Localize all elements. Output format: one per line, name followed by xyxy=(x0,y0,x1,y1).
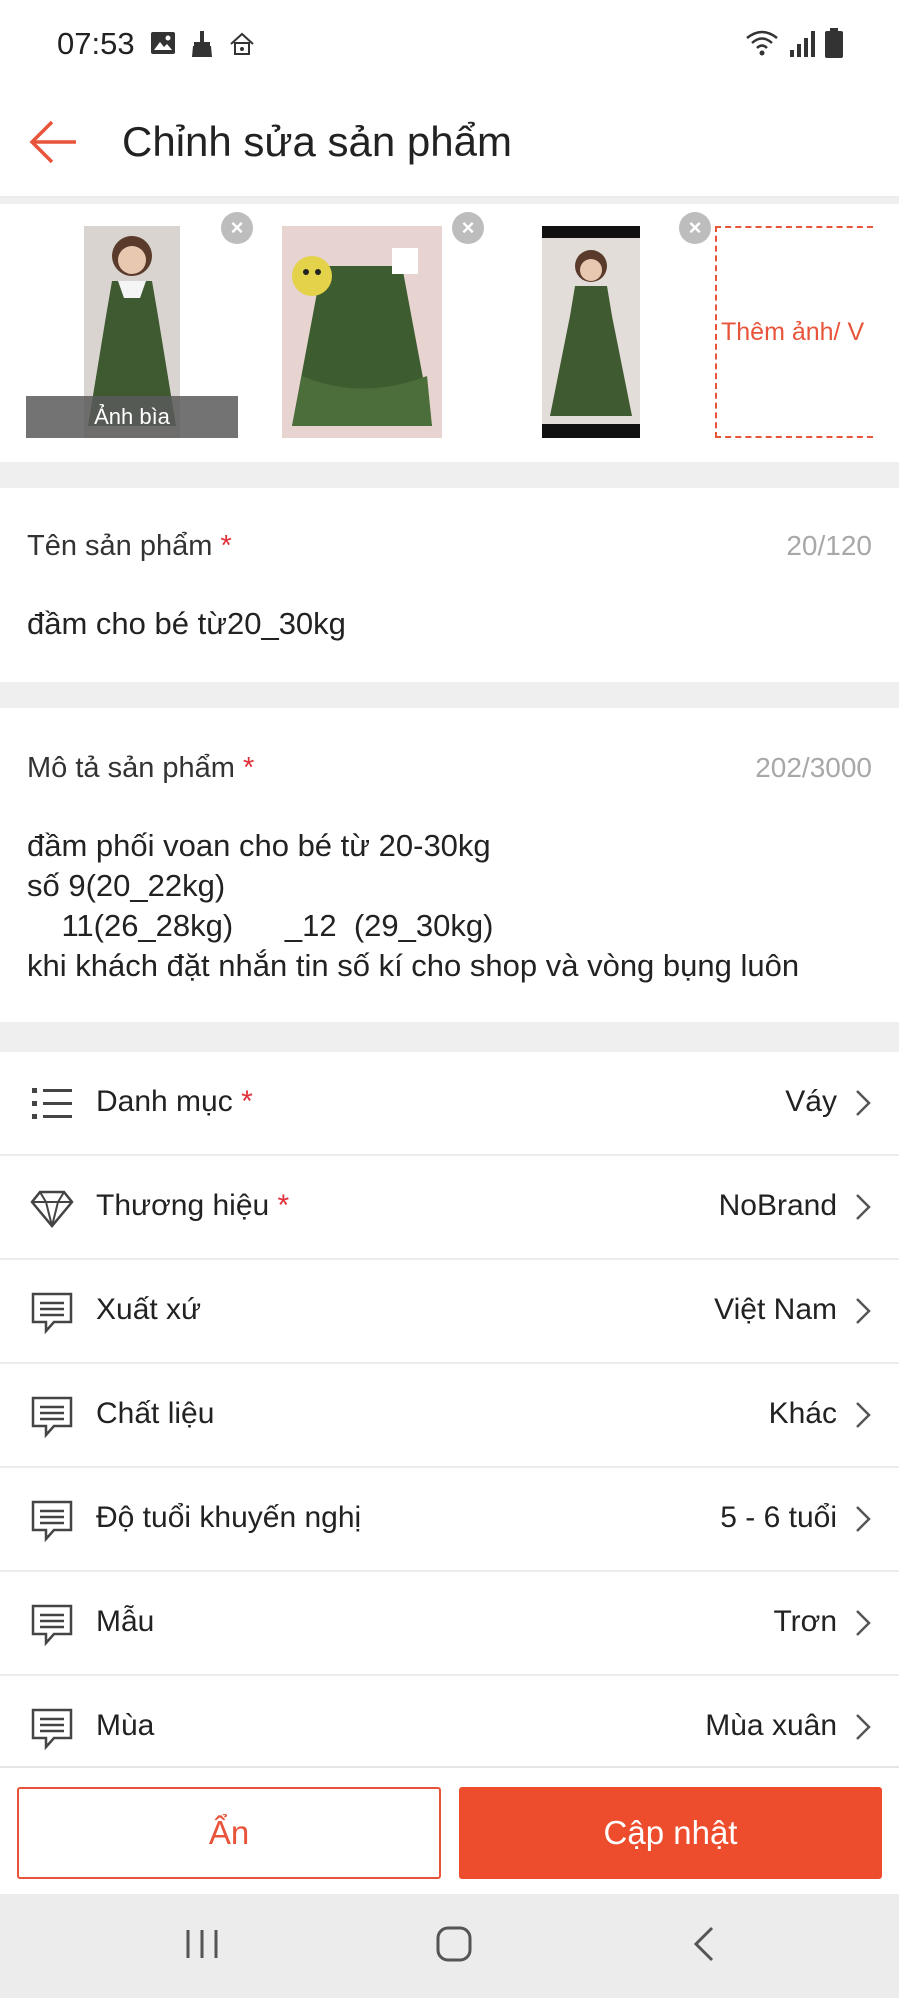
attribute-row-age[interactable]: Độ tuổi khuyến nghị 5 - 6 tuổi xyxy=(0,1468,899,1572)
description-line: khi khách đặt nhắn tin số kí cho shop và… xyxy=(27,948,800,983)
attribute-row-material[interactable]: Chất liệu Khác xyxy=(0,1364,899,1468)
home-button-icon[interactable] xyxy=(434,1924,474,1964)
back-arrow-icon[interactable] xyxy=(26,114,82,170)
attribute-label: Mẫu xyxy=(96,1605,155,1638)
attribute-row-origin[interactable]: Xuất xứ Việt Nam xyxy=(0,1260,899,1364)
bottom-action-bar: Ẩn Cập nhật xyxy=(0,1766,899,1894)
description-counter: 202/3000 xyxy=(755,752,872,783)
battery-icon xyxy=(825,28,843,58)
remove-media-2-button[interactable]: × xyxy=(452,212,484,244)
product-name-counter: 20/120 xyxy=(786,530,872,561)
chevron-right-icon xyxy=(856,1402,871,1428)
status-system-icons xyxy=(745,28,843,58)
attribute-row-category[interactable]: Danh mục * Váy xyxy=(0,1052,899,1156)
product-name-input[interactable]: đầm cho bé từ20_30kg xyxy=(27,606,346,642)
app-bar: Chỉnh sửa sản phẩm xyxy=(0,90,899,198)
attribute-label: Thương hiệu * xyxy=(96,1189,290,1222)
status-bar: 07:53 xyxy=(0,0,899,90)
message-icon xyxy=(31,1708,73,1750)
recent-apps-icon[interactable] xyxy=(184,1924,220,1964)
cover-label: Ảnh bìa xyxy=(26,396,238,438)
status-notification-icons xyxy=(150,30,256,58)
list-icon xyxy=(32,1088,72,1119)
message-icon xyxy=(31,1396,73,1438)
diamond-icon xyxy=(30,1190,74,1228)
system-nav-bar xyxy=(0,1894,899,1998)
back-nav-icon[interactable] xyxy=(690,1924,718,1964)
add-media-button[interactable]: Thêm ảnh/ V xyxy=(715,226,873,438)
status-time: 07:53 xyxy=(57,26,135,61)
description-line: đầm phối voan cho bé từ 20-30kg xyxy=(27,828,491,863)
update-button[interactable]: Cập nhật xyxy=(459,1787,882,1879)
product-name-section: Tên sản phẩm * 20/120 đầm cho bé từ20_30… xyxy=(0,488,899,682)
hide-button[interactable]: Ẩn xyxy=(17,1787,441,1879)
attribute-row-brand[interactable]: Thương hiệu * NoBrand xyxy=(0,1156,899,1260)
attribute-label: Xuất xứ xyxy=(96,1293,202,1326)
attribute-value: NoBrand xyxy=(718,1189,837,1222)
product-video-3 xyxy=(542,226,640,438)
page-title: Chỉnh sửa sản phẩm xyxy=(122,118,512,165)
required-mark: * xyxy=(220,530,232,562)
description-line: 11(26_28kg) _12 (29_30kg) xyxy=(27,908,494,943)
product-photo-2 xyxy=(282,226,442,438)
remove-media-1-button[interactable]: × xyxy=(221,212,253,244)
description-section: Mô tả sản phẩm * 202/3000 đầm phối voan … xyxy=(0,708,899,1022)
attribute-value: 5 - 6 tuổi xyxy=(720,1501,837,1534)
chevron-right-icon xyxy=(856,1194,871,1220)
attribute-label: Mùa xyxy=(96,1709,155,1742)
description-line: số 9(20_22kg) xyxy=(27,868,226,903)
product-name-label: Tên sản phẩm * xyxy=(27,530,232,562)
media-thumb-2[interactable] xyxy=(282,226,442,438)
chevron-right-icon xyxy=(856,1714,871,1740)
message-icon xyxy=(31,1500,73,1542)
message-icon xyxy=(31,1604,73,1646)
media-thumb-1[interactable]: Ảnh bìa xyxy=(26,226,238,438)
attribute-row-pattern[interactable]: Mẫu Trơn xyxy=(0,1572,899,1676)
attribute-value: Việt Nam xyxy=(714,1293,837,1326)
attribute-label: Độ tuổi khuyến nghị xyxy=(96,1501,362,1534)
add-media-label: Thêm ảnh/ V xyxy=(721,318,865,346)
wifi-icon xyxy=(746,30,778,56)
signal-icon xyxy=(790,31,815,57)
chevron-right-icon xyxy=(856,1298,871,1324)
chevron-right-icon xyxy=(856,1090,871,1116)
attribute-value: Khác xyxy=(768,1397,837,1430)
gallery-icon xyxy=(151,32,175,54)
attribute-value: Váy xyxy=(785,1085,837,1118)
media-thumb-3[interactable] xyxy=(542,226,640,438)
attribute-value: Mùa xuân xyxy=(705,1709,837,1742)
required-mark: * xyxy=(243,752,255,784)
cleaner-icon xyxy=(192,31,212,57)
attribute-value: Trơn xyxy=(773,1605,837,1638)
media-strip: Ảnh bìa × × × Thêm ảnh/ V xyxy=(0,204,899,462)
message-icon xyxy=(31,1292,73,1334)
attribute-row-season[interactable]: Mùa Mùa xuân xyxy=(0,1676,899,1766)
chevron-right-icon xyxy=(856,1610,871,1636)
attribute-label: Chất liệu xyxy=(96,1397,215,1430)
description-label: Mô tả sản phẩm * xyxy=(27,752,255,784)
attribute-label: Danh mục * xyxy=(96,1085,253,1118)
chevron-right-icon xyxy=(856,1506,871,1532)
home-icon xyxy=(230,32,254,55)
remove-media-3-button[interactable]: × xyxy=(679,212,711,244)
